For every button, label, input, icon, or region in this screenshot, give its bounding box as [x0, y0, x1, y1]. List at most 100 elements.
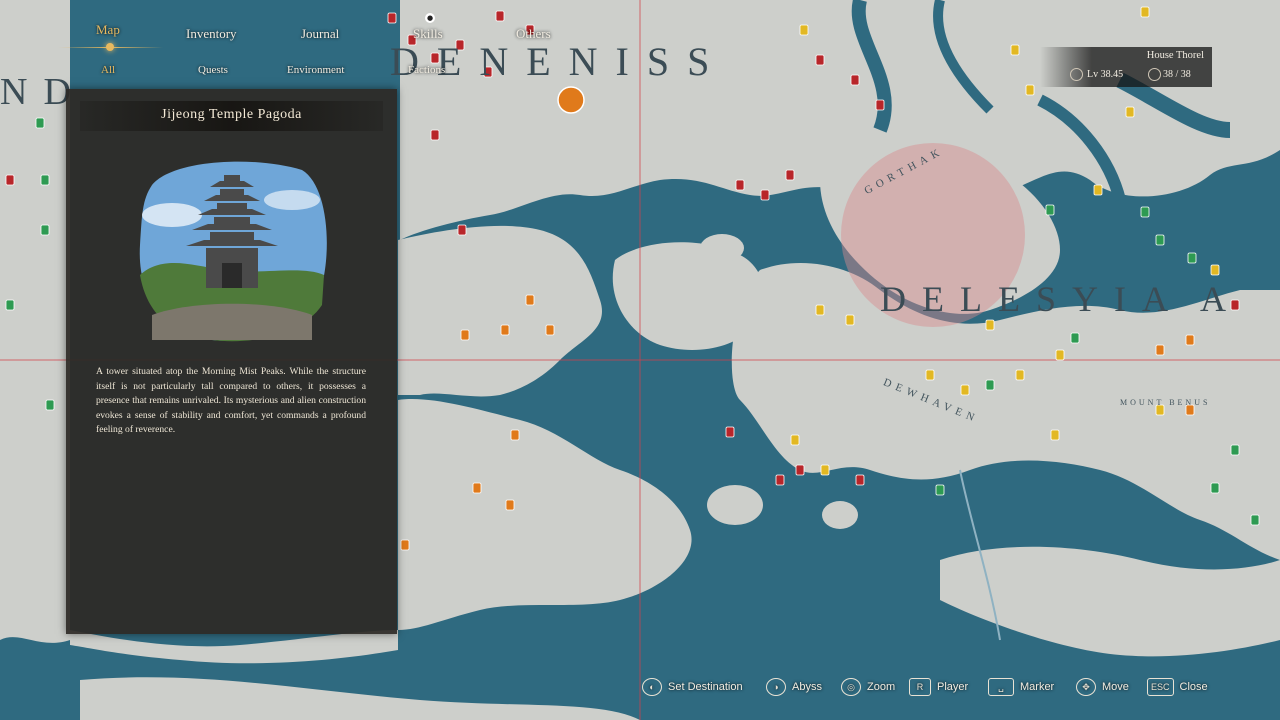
map-marker[interactable]	[820, 464, 830, 476]
tab-journal[interactable]: Journal	[301, 26, 339, 42]
tab-skills[interactable]: Skills	[413, 26, 443, 42]
map-marker[interactable]	[1185, 334, 1195, 346]
map-marker[interactable]	[815, 54, 825, 66]
map-marker[interactable]	[1187, 252, 1197, 264]
hint-label: Close	[1179, 681, 1208, 693]
map-marker[interactable]	[1250, 514, 1260, 526]
map-marker[interactable]	[845, 314, 855, 326]
subtab-factions[interactable]: Factions	[408, 64, 445, 76]
player-counter: 38 / 38	[1163, 69, 1191, 80]
hint-label: Player	[937, 681, 969, 693]
map-marker[interactable]	[960, 384, 970, 396]
map-marker[interactable]	[1210, 482, 1220, 494]
map-marker[interactable]	[985, 319, 995, 331]
map-marker[interactable]	[760, 189, 770, 201]
map-marker[interactable]	[5, 299, 15, 311]
map-marker[interactable]	[850, 74, 860, 86]
map-marker[interactable]	[935, 484, 945, 496]
level-icon	[1070, 68, 1083, 81]
map-marker[interactable]	[855, 474, 865, 486]
hint-label: Zoom	[867, 681, 896, 693]
region-label-deneniss: DENENISS	[390, 39, 728, 84]
map-marker[interactable]	[1140, 6, 1150, 18]
map-marker[interactable]	[1140, 206, 1150, 218]
map-marker[interactable]	[457, 224, 467, 236]
map-marker[interactable]	[495, 10, 505, 22]
tab-map[interactable]: Map	[96, 22, 120, 38]
map-marker[interactable]	[1210, 264, 1220, 276]
map-marker[interactable]	[5, 174, 15, 186]
hint-set-destination[interactable]: ◐ Set Destination	[642, 676, 743, 698]
skill-point-icon: ●	[425, 13, 435, 23]
map-marker[interactable]	[925, 369, 935, 381]
space-key-icon: ␣	[988, 678, 1014, 696]
map-marker[interactable]	[1125, 106, 1135, 118]
island-small-3	[822, 501, 858, 529]
map-marker[interactable]	[430, 129, 440, 141]
map-marker[interactable]	[510, 429, 520, 441]
map-marker[interactable]	[1155, 234, 1165, 246]
map-marker[interactable]	[775, 474, 785, 486]
region-label-delesyia: DELESYIA	[880, 279, 1184, 319]
map-marker[interactable]	[815, 304, 825, 316]
panel-title: Jijeong Temple Pagoda	[161, 107, 302, 122]
map-marker[interactable]	[1045, 204, 1055, 216]
map-marker[interactable]	[1010, 44, 1020, 56]
map-marker[interactable]	[460, 329, 470, 341]
level-label: Lv	[1087, 69, 1099, 80]
hint-marker[interactable]: ␣ Marker	[988, 676, 1054, 698]
hint-move[interactable]: ✥ Move	[1076, 676, 1129, 698]
tab-others[interactable]: Others	[516, 26, 551, 42]
map-marker[interactable]	[45, 399, 55, 411]
level-value: 38.45	[1100, 69, 1124, 80]
tab-inventory[interactable]: Inventory	[186, 26, 237, 42]
map-marker[interactable]	[1093, 184, 1103, 196]
hint-zoom[interactable]: ◎ Zoom	[841, 676, 895, 698]
map-marker[interactable]	[790, 434, 800, 446]
map-marker[interactable]	[1025, 84, 1035, 96]
esc-key-icon: ESC	[1147, 678, 1174, 696]
location-info-panel: Jijeong Temple Pagoda A tower situated a…	[66, 89, 397, 634]
hint-abyss[interactable]: ◑ Abyss	[766, 676, 822, 698]
pagoda-illustration	[139, 161, 327, 342]
player-house: House Thorel	[1146, 50, 1204, 61]
move-icon: ✥	[1076, 678, 1096, 696]
map-marker[interactable]	[785, 169, 795, 181]
map-marker[interactable]	[1055, 349, 1065, 361]
map-marker[interactable]	[875, 99, 885, 111]
map-marker[interactable]	[472, 482, 482, 494]
map-marker[interactable]	[735, 179, 745, 191]
player-badge: House Thorel Lv 38.45 38 / 38	[1040, 47, 1212, 87]
hint-player[interactable]: R Player	[909, 676, 968, 698]
map-marker[interactable]	[40, 224, 50, 236]
player-level: Lv 38.45	[1087, 69, 1123, 80]
subtab-all[interactable]: All	[101, 64, 115, 76]
map-marker[interactable]	[985, 379, 995, 391]
map-marker[interactable]	[1155, 344, 1165, 356]
map-marker[interactable]	[505, 499, 515, 511]
map-marker[interactable]	[500, 324, 510, 336]
map-marker[interactable]	[1050, 429, 1060, 441]
map-marker[interactable]	[725, 426, 735, 438]
map-marker[interactable]	[795, 464, 805, 476]
subtab-environment[interactable]: Environment	[287, 64, 344, 76]
map-marker[interactable]	[1230, 444, 1240, 456]
map-marker[interactable]	[799, 24, 809, 36]
panel-title-bar: Jijeong Temple Pagoda	[80, 101, 383, 131]
panel-description: A tower situated atop the Morning Mist P…	[96, 366, 366, 436]
map-marker[interactable]	[525, 294, 535, 306]
hint-label: Abyss	[792, 681, 822, 693]
map-marker[interactable]	[387, 12, 397, 24]
island-small-2	[700, 234, 744, 262]
map-marker[interactable]	[400, 539, 410, 551]
map-marker[interactable]	[1070, 332, 1080, 344]
hint-close[interactable]: ESC Close	[1147, 676, 1208, 698]
hint-label: Move	[1102, 681, 1129, 693]
map-marker[interactable]	[40, 174, 50, 186]
mouse-wheel-icon: ◎	[841, 678, 861, 696]
poi-marker[interactable]	[557, 86, 585, 114]
subtab-quests[interactable]: Quests	[198, 64, 228, 76]
map-marker[interactable]	[545, 324, 555, 336]
map-marker[interactable]	[35, 117, 45, 129]
map-marker[interactable]	[1015, 369, 1025, 381]
